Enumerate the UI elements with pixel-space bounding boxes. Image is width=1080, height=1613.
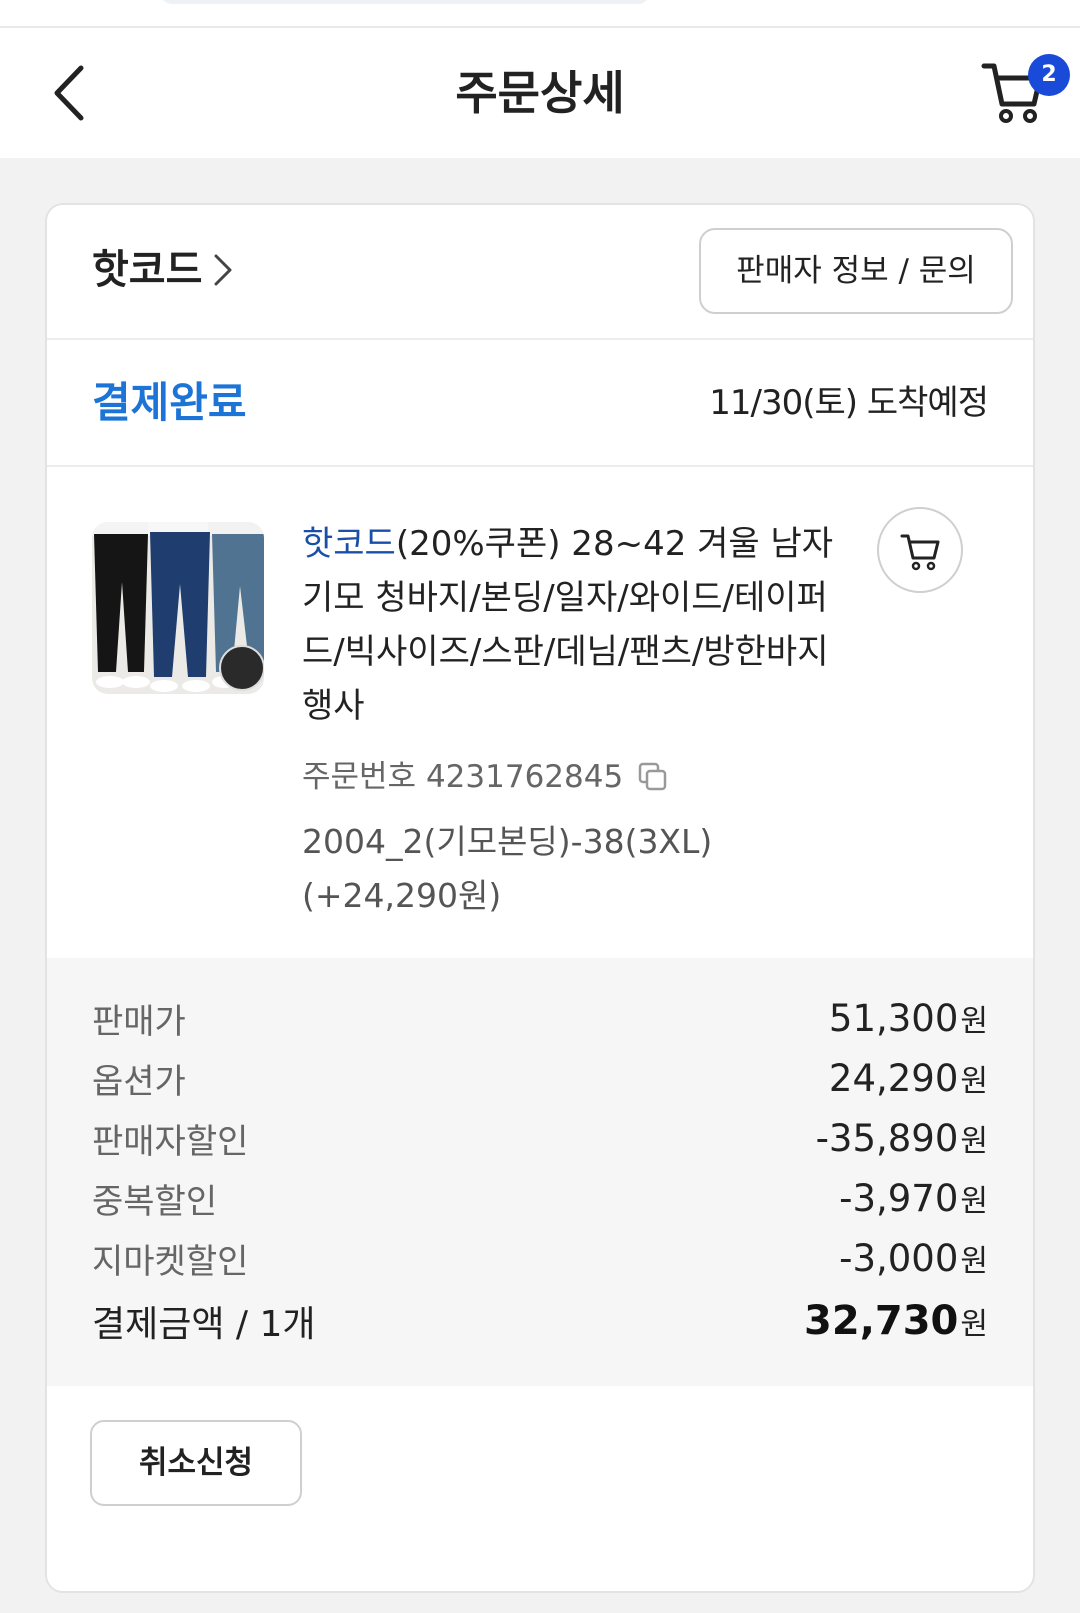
cart-button[interactable]: 2 — [980, 54, 1070, 134]
price-label: 옵션가 — [92, 1061, 186, 1102]
product-thumbnail[interactable] — [92, 522, 264, 694]
price-row: 중복할인 -3,970원 — [92, 1168, 988, 1228]
product-section: 핫코드(20%쿠폰) 28~42 겨울 남자 기모 청바지/본딩/일자/와이드/… — [47, 467, 1033, 967]
cancel-request-button[interactable]: 취소신청 — [90, 1420, 302, 1506]
price-unit: 원 — [960, 1244, 988, 1279]
total-price-row: 결제금액 / 1개 32,730원 — [92, 1288, 988, 1354]
arrival-date: 11/30(토) 도착예정 — [709, 383, 989, 423]
price-value: -35,890 — [815, 1117, 959, 1160]
price-label: 중복할인 — [92, 1181, 218, 1222]
order-card: 핫코드 판매자 정보 / 문의 결제완료 11/30(토) 도착예정 핫코드(2… — [45, 203, 1035, 1593]
total-label: 결제금액 / 1개 — [92, 1304, 316, 1345]
price-unit: 원 — [960, 1124, 988, 1159]
cart-count-badge: 2 — [1028, 54, 1070, 96]
order-number-row: 주문번호 4231762845 — [302, 752, 671, 802]
add-to-cart-button[interactable] — [877, 507, 963, 593]
option-name: 2004_2(기모본딩)-38(3XL) — [302, 822, 713, 861]
price-row: 지마켓할인 -3,000원 — [92, 1228, 988, 1288]
status-strip — [0, 0, 1080, 28]
back-button[interactable] — [38, 58, 98, 128]
price-value: 24,290 — [828, 1057, 959, 1100]
seller-name: 핫코드 — [92, 247, 203, 293]
price-row: 판매가 51,300원 — [92, 988, 988, 1048]
back-arrow-icon — [54, 65, 84, 121]
total-unit: 원 — [960, 1307, 988, 1342]
copy-button[interactable] — [637, 760, 671, 794]
total-value: 32,730 — [804, 1298, 959, 1344]
search-pill — [160, 0, 650, 4]
seller-info-button[interactable]: 판매자 정보 / 문의 — [699, 228, 1013, 314]
jeans-image — [92, 522, 264, 694]
price-value: 51,300 — [828, 997, 959, 1040]
option-info: 2004_2(기모본딩)-38(3XL) (+24,290원) — [302, 815, 862, 923]
page-title: 주문상세 — [455, 66, 625, 120]
price-label: 판매가 — [92, 1001, 186, 1042]
product-title[interactable]: 핫코드(20%쿠폰) 28~42 겨울 남자 기모 청바지/본딩/일자/와이드/… — [302, 517, 842, 733]
price-unit: 원 — [960, 1064, 988, 1099]
order-status: 결제완료 — [92, 378, 247, 427]
price-summary: 판매가 51,300원 옵션가 24,290원 판매자할인 -35,890원 중… — [47, 958, 1033, 1386]
chevron-right-icon — [214, 254, 232, 286]
price-unit: 원 — [960, 1184, 988, 1219]
seller-row: 핫코드 판매자 정보 / 문의 — [47, 205, 1033, 340]
price-label: 판매자할인 — [92, 1121, 249, 1162]
seller-link[interactable]: 핫코드 — [92, 240, 234, 300]
copy-icon — [638, 762, 667, 791]
price-value: -3,000 — [839, 1237, 959, 1280]
status-row: 결제완료 11/30(토) 도착예정 — [47, 340, 1033, 467]
add-to-cart-icon — [900, 534, 940, 571]
order-number: 4231762845 — [425, 759, 624, 795]
order-number-label: 주문번호 — [302, 759, 417, 795]
price-label: 지마켓할인 — [92, 1241, 249, 1282]
price-row: 판매자할인 -35,890원 — [92, 1108, 988, 1168]
price-unit: 원 — [960, 1004, 988, 1039]
option-price: (+24,290원) — [302, 876, 502, 915]
product-brand: 핫코드 — [302, 524, 396, 564]
price-value: -3,970 — [839, 1177, 959, 1220]
price-row: 옵션가 24,290원 — [92, 1048, 988, 1108]
app-header: 주문상세 2 — [0, 28, 1080, 158]
